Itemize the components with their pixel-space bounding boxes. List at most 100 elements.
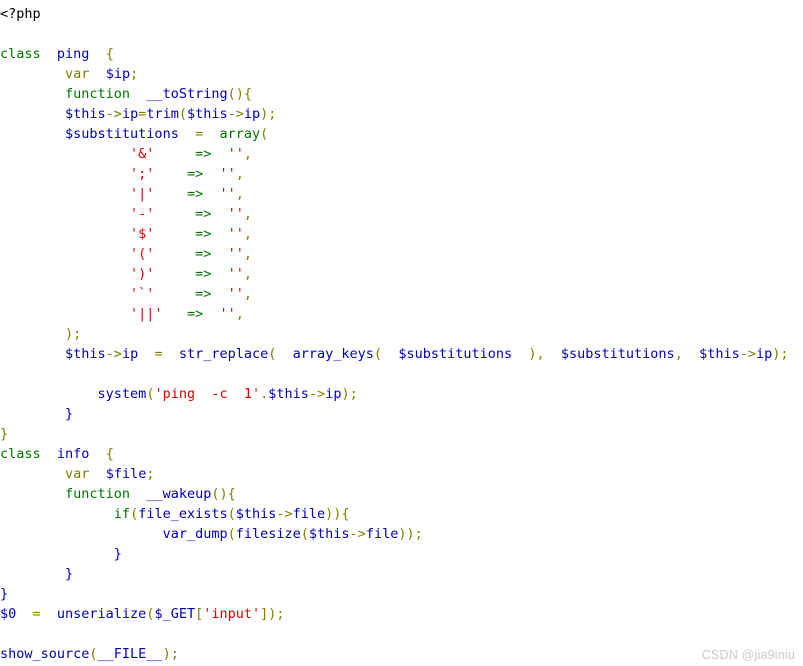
- code-token: (: [268, 346, 293, 362]
- code-token: ,: [235, 186, 244, 202]
- code-token: unserialize: [56, 606, 147, 622]
- code-token: ip: [755, 346, 773, 362]
- code-token: ),: [512, 346, 561, 362]
- code-line: }: [0, 584, 803, 604]
- code-token: system: [97, 386, 147, 402]
- code-token: =>: [186, 166, 204, 182]
- code-token: ';': [130, 166, 155, 182]
- code-token: function: [65, 486, 131, 502]
- code-token: file_exists: [138, 506, 228, 522]
- code-token: );: [341, 386, 358, 402]
- code-token: ->: [227, 106, 244, 122]
- code-token: '-': [130, 206, 155, 222]
- code-token: (: [300, 526, 309, 542]
- code-token: '': [227, 286, 244, 302]
- code-token: trim: [146, 106, 179, 122]
- code-line: }: [0, 424, 803, 444]
- code-line: class ping {: [0, 44, 803, 64]
- code-token: '$': [130, 226, 155, 242]
- code-token: ]);: [260, 606, 285, 622]
- code-token: ,: [243, 266, 253, 282]
- code-token: }: [0, 406, 74, 422]
- code-token: (: [89, 646, 98, 662]
- code-line: ')' => '',: [0, 264, 803, 284]
- code-line: <?php: [0, 4, 803, 24]
- code-token: ,: [674, 346, 700, 362]
- code-line: function __wakeup(){: [0, 484, 803, 504]
- code-token: ->: [105, 106, 122, 122]
- code-token: ip: [121, 346, 139, 362]
- code-token: );: [162, 646, 179, 662]
- code-token: ->: [739, 346, 756, 362]
- code-line: }: [0, 544, 803, 564]
- code-token: '': [219, 186, 236, 202]
- code-token: array: [219, 126, 261, 142]
- code-token: $this: [268, 386, 309, 402]
- code-token: ;: [130, 66, 139, 82]
- code-line: class info {: [0, 444, 803, 464]
- code-line: var_dump(filesize($this->file));: [0, 524, 803, 544]
- code-token: =>: [195, 146, 212, 162]
- code-token: $substitutions: [560, 346, 675, 362]
- code-token: ,: [243, 226, 253, 242]
- code-token: '': [219, 166, 236, 182]
- code-token: (: [130, 506, 139, 522]
- code-token: __toString: [146, 86, 228, 102]
- code-line: if(file_exists($this->file)){: [0, 504, 803, 524]
- code-token: ->: [276, 506, 293, 522]
- code-token: file: [365, 526, 399, 542]
- code-token: 'ping -c 1': [154, 386, 261, 402]
- code-token: $substitutions: [398, 346, 513, 362]
- code-token: (){: [227, 86, 252, 102]
- code-line: $substitutions = array(: [0, 124, 803, 144]
- code-token: 'input': [203, 606, 261, 622]
- code-token: var_dump: [162, 526, 228, 542]
- code-token: ;: [146, 466, 155, 482]
- code-line: '-' => '',: [0, 204, 803, 224]
- code-token: (: [227, 526, 236, 542]
- code-token: ,: [235, 306, 244, 322]
- code-token: )){: [325, 506, 350, 522]
- code-token: <?php: [0, 6, 41, 22]
- code-line: var $file;: [0, 464, 803, 484]
- code-token: '': [227, 266, 244, 282]
- code-token: var: [65, 66, 90, 82]
- code-token: $file: [105, 466, 147, 482]
- code-token: ,: [243, 246, 253, 262]
- code-token: ,: [235, 166, 244, 182]
- code-line: }: [0, 404, 803, 424]
- code-line: $this->ip=trim($this->ip);: [0, 104, 803, 124]
- code-token: }: [0, 426, 9, 442]
- code-token: }: [0, 546, 122, 562]
- code-token: =>: [195, 246, 212, 262]
- code-line: var $ip;: [0, 64, 803, 84]
- code-line: '||' => '',: [0, 304, 803, 324]
- code-token: ip: [243, 106, 261, 122]
